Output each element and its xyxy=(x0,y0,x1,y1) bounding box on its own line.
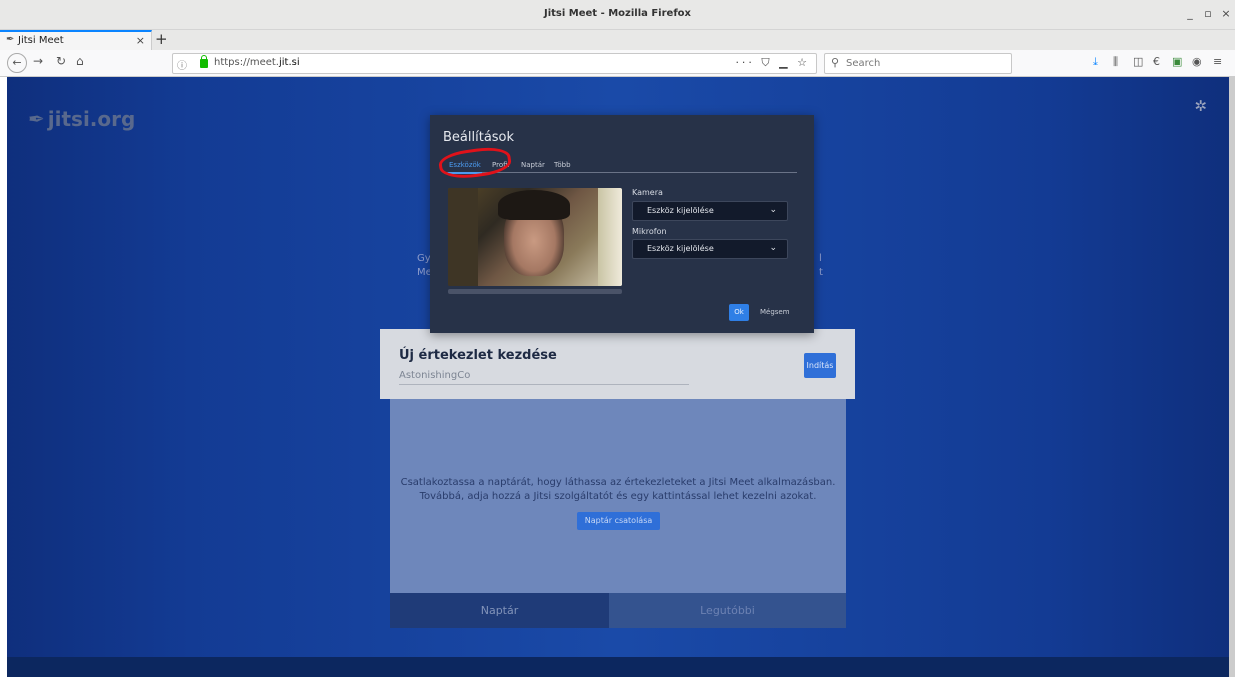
account-icon[interactable]: ◉ xyxy=(1192,55,1202,68)
close-window-button[interactable]: × xyxy=(1219,7,1233,20)
jitsi-logo-icon: ✒ xyxy=(28,107,45,131)
start-meeting-button[interactable]: Indítás xyxy=(804,353,836,378)
hint-text-right: l t xyxy=(819,253,823,278)
camera-label: Kamera xyxy=(632,188,663,197)
minimize-button[interactable]: _ xyxy=(1183,7,1197,20)
room-name-input[interactable]: AstonishingCo xyxy=(399,370,470,381)
settings-tabs: Eszközök Profil Naptár Több xyxy=(437,144,797,182)
maximize-button[interactable]: ▫ xyxy=(1201,7,1215,20)
room-input-underline xyxy=(399,384,689,385)
url-text: https://meet.jit.si xyxy=(214,57,300,68)
lock-icon xyxy=(200,55,208,68)
settings-gear-icon[interactable]: ✲ xyxy=(1194,97,1207,115)
new-meeting-bar: Új értekezlet kezdése AstonishingCo Indí… xyxy=(380,329,855,399)
page-actions[interactable]: ··· ⛉ ▁ ☆ xyxy=(735,56,810,70)
addon-icon[interactable]: ▣ xyxy=(1172,55,1182,68)
audio-level-meter xyxy=(448,289,622,294)
jitsi-logo: ✒ jitsi.org xyxy=(28,107,136,131)
page-scroll-edge xyxy=(1229,77,1235,677)
downloads-icon[interactable]: ⤓ xyxy=(1093,55,1098,69)
tab-recent[interactable]: Legutóbbi xyxy=(609,593,846,628)
microphone-select-value: Eszköz kijelölése xyxy=(647,244,714,253)
browser-tab-label: Jitsi Meet xyxy=(18,35,64,46)
camera-select[interactable]: Eszköz kijelölése ⌄ xyxy=(632,201,788,221)
bottom-tabs: Naptár Legutóbbi xyxy=(390,593,846,628)
sidebar-icon[interactable]: ◫ xyxy=(1133,55,1143,68)
back-button[interactable]: ← xyxy=(7,53,27,73)
page-bottom-strip xyxy=(7,657,1229,677)
settings-dialog: Beállítások Eszközök Profil Naptár Több … xyxy=(430,115,814,333)
new-meeting-title: Új értekezlet kezdése xyxy=(399,348,557,363)
ok-button[interactable]: Ok xyxy=(729,304,749,321)
microphone-select[interactable]: Eszköz kijelölése ⌄ xyxy=(632,239,788,259)
tab-calendar[interactable]: Naptár xyxy=(390,593,609,628)
dialog-title: Beállítások xyxy=(443,130,515,145)
reload-button[interactable]: ↻ xyxy=(56,54,66,68)
url-bar[interactable]: ⓘ https://meet.jit.si ··· ⛉ ▁ ☆ xyxy=(172,53,817,74)
site-info-icon[interactable]: ⓘ xyxy=(177,57,187,72)
red-circle-annotation xyxy=(437,144,513,182)
calendar-message: Csatlakoztassa a naptárát, hogy láthassa… xyxy=(400,477,836,502)
search-input[interactable]: ⚲ Search xyxy=(824,53,1012,74)
browser-tab-jitsi[interactable]: ✒ Jitsi Meet × xyxy=(0,30,152,50)
tab-bar: ✒ Jitsi Meet × + xyxy=(0,30,1235,50)
tab-more[interactable]: Több xyxy=(554,161,571,169)
jitsi-favicon-icon: ✒ xyxy=(6,34,15,45)
tab-calendar-settings[interactable]: Naptár xyxy=(521,161,545,169)
window-title: Jitsi Meet - Mozilla Firefox xyxy=(544,8,691,19)
camera-select-value: Eszköz kijelölése xyxy=(647,206,714,215)
close-tab-icon[interactable]: × xyxy=(136,34,145,47)
search-placeholder: Search xyxy=(846,58,881,69)
extension-icon[interactable]: € xyxy=(1153,55,1160,68)
microphone-label: Mikrofon xyxy=(632,227,667,236)
library-icon[interactable]: ⫼ xyxy=(1113,55,1118,69)
chevron-down-icon: ⌄ xyxy=(769,243,777,253)
search-icon: ⚲ xyxy=(831,56,840,69)
menu-icon[interactable]: ≡ xyxy=(1213,55,1222,68)
connect-calendar-button[interactable]: Naptár csatolása xyxy=(577,512,660,530)
navigation-bar: ← → ↻ ⌂ ⓘ https://meet.jit.si ··· ⛉ ▁ ☆ … xyxy=(0,50,1235,77)
camera-preview xyxy=(448,188,622,286)
window-titlebar: Jitsi Meet - Mozilla Firefox _ ▫ × xyxy=(0,0,1235,30)
forward-button[interactable]: → xyxy=(33,54,43,68)
chevron-down-icon: ⌄ xyxy=(769,205,777,215)
cancel-button[interactable]: Mégsem xyxy=(760,308,790,316)
calendar-panel: Csatlakoztassa a naptárát, hogy láthassa… xyxy=(390,399,846,593)
new-tab-button[interactable]: + xyxy=(155,30,168,48)
home-button[interactable]: ⌂ xyxy=(76,54,84,68)
